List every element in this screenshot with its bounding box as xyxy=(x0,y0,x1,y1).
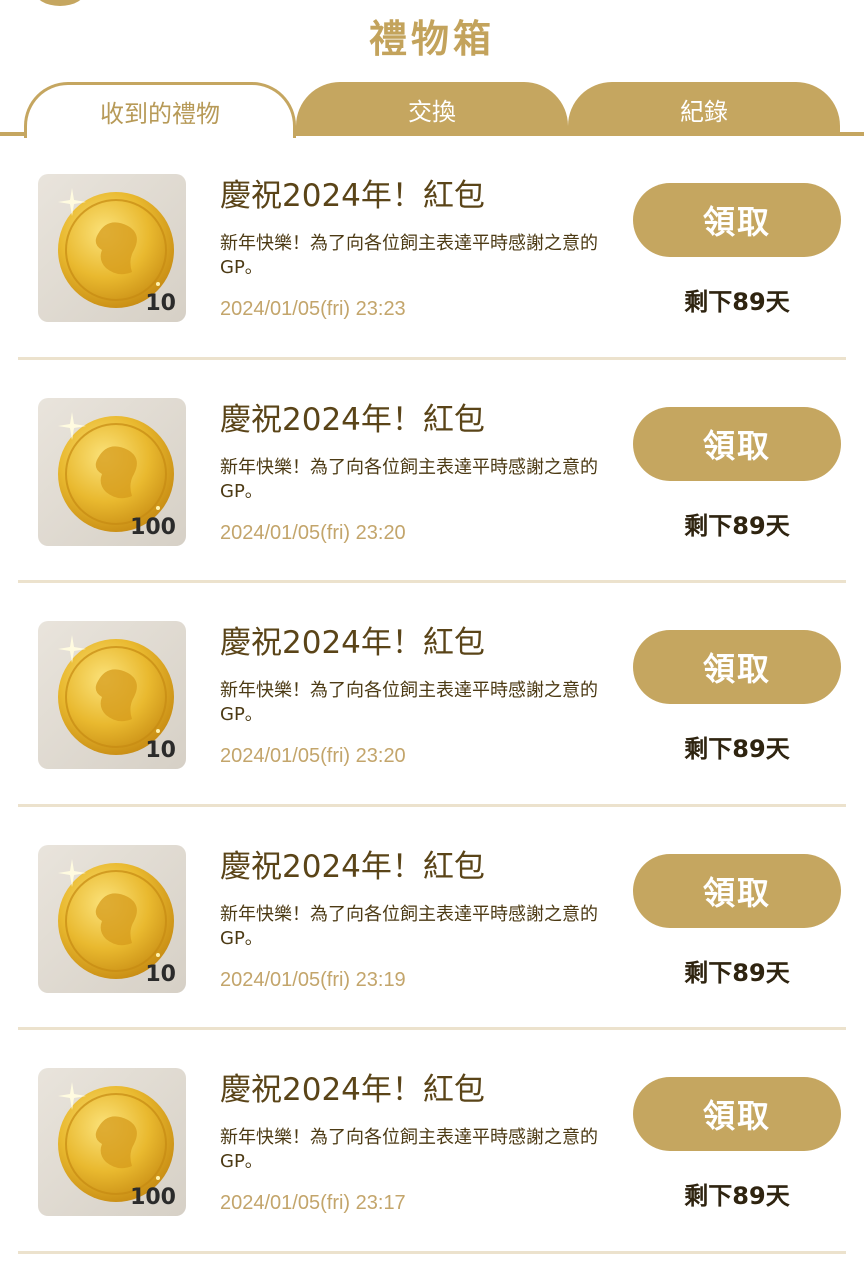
gift-title: 慶祝2024年！紅包 xyxy=(220,848,485,885)
gift-count: 100 xyxy=(130,1185,176,1210)
page-title: 禮物箱 xyxy=(368,17,495,61)
gift-item: 10 慶祝2024年！紅包 新年快樂！為了向各位飼主表達平時感謝之意的GP。 2… xyxy=(0,807,864,1030)
gift-date: 2024/01/05(fri) 23:19 xyxy=(220,968,406,991)
gift-thumbnail: 10 xyxy=(38,844,186,993)
gift-count: 10 xyxy=(145,738,176,763)
gift-description: 新年快樂！為了向各位飼主表達平時感謝之意的GP。 xyxy=(220,233,598,278)
claim-button[interactable]: 領取 xyxy=(633,406,841,481)
gift-title: 慶祝2024年！紅包 xyxy=(220,178,485,214)
gift-description: 新年快樂！為了向各位飼主表達平時感謝之意的GP。 xyxy=(220,680,598,725)
gift-thumbnail: 10 xyxy=(38,174,186,322)
divider xyxy=(18,1250,846,1254)
tab-received-gifts[interactable]: 收到的禮物 xyxy=(24,82,296,138)
claim-button[interactable]: 領取 xyxy=(633,1077,841,1151)
tab-history[interactable]: 紀錄 xyxy=(568,82,840,136)
gift-title: 慶祝2024年！紅包 xyxy=(220,625,485,661)
gift-list: 10 慶祝2024年！紅包 新年快樂！為了向各位飼主表達平時感謝之意的GP。 2… xyxy=(0,136,864,1254)
remaining-days: 剩下89天 xyxy=(684,511,790,540)
claim-button[interactable]: 領取 xyxy=(633,630,841,704)
gift-item: 10 慶祝2024年！紅包 新年快樂！為了向各位飼主表達平時感謝之意的GP。 2… xyxy=(0,136,864,360)
gift-date: 2024/01/05(fri) 23:23 xyxy=(220,298,406,320)
gift-box-screen: 禮物箱 收到的禮物 交換 紀錄 10 慶祝2024年！紅包 新年快樂！為了向各位… xyxy=(0,0,864,1274)
gift-item: 100 慶祝2024年！紅包 新年快樂！為了向各位飼主表達平時感謝之意的GP。 … xyxy=(0,360,864,583)
gift-count: 10 xyxy=(145,961,176,987)
gift-description: 新年快樂！為了向各位飼主表達平時感謝之意的GP。 xyxy=(220,903,598,949)
gift-date: 2024/01/05(fri) 23:20 xyxy=(220,521,406,544)
remaining-days: 剩下89天 xyxy=(684,735,790,763)
gift-count: 10 xyxy=(145,291,176,316)
header: 禮物箱 xyxy=(0,0,864,80)
tab-bar: 收到的禮物 交換 紀錄 xyxy=(0,82,864,138)
tab-exchange[interactable]: 交換 xyxy=(296,82,568,136)
remaining-days: 剩下89天 xyxy=(684,1182,790,1210)
gift-count: 100 xyxy=(130,514,176,540)
gift-title: 慶祝2024年！紅包 xyxy=(220,1072,485,1108)
gift-title: 慶祝2024年！紅包 xyxy=(220,401,485,438)
gift-date: 2024/01/05(fri) 23:17 xyxy=(220,1192,406,1214)
claim-button[interactable]: 領取 xyxy=(633,853,841,928)
claim-button[interactable]: 領取 xyxy=(633,183,841,257)
gift-description: 新年快樂！為了向各位飼主表達平時感謝之意的GP。 xyxy=(220,456,598,502)
gift-date: 2024/01/05(fri) 23:20 xyxy=(220,745,406,767)
remaining-days: 剩下89天 xyxy=(684,958,790,987)
back-button[interactable] xyxy=(34,0,86,6)
gift-item: 100 慶祝2024年！紅包 新年快樂！為了向各位飼主表達平時感謝之意的GP。 … xyxy=(0,1030,864,1254)
gift-thumbnail: 100 xyxy=(38,1068,186,1216)
gift-thumbnail: 10 xyxy=(38,621,186,769)
gift-item: 10 慶祝2024年！紅包 新年快樂！為了向各位飼主表達平時感謝之意的GP。 2… xyxy=(0,583,864,807)
gift-thumbnail: 100 xyxy=(38,397,186,546)
remaining-days: 剩下89天 xyxy=(684,288,790,316)
gift-description: 新年快樂！為了向各位飼主表達平時感謝之意的GP。 xyxy=(220,1127,598,1172)
